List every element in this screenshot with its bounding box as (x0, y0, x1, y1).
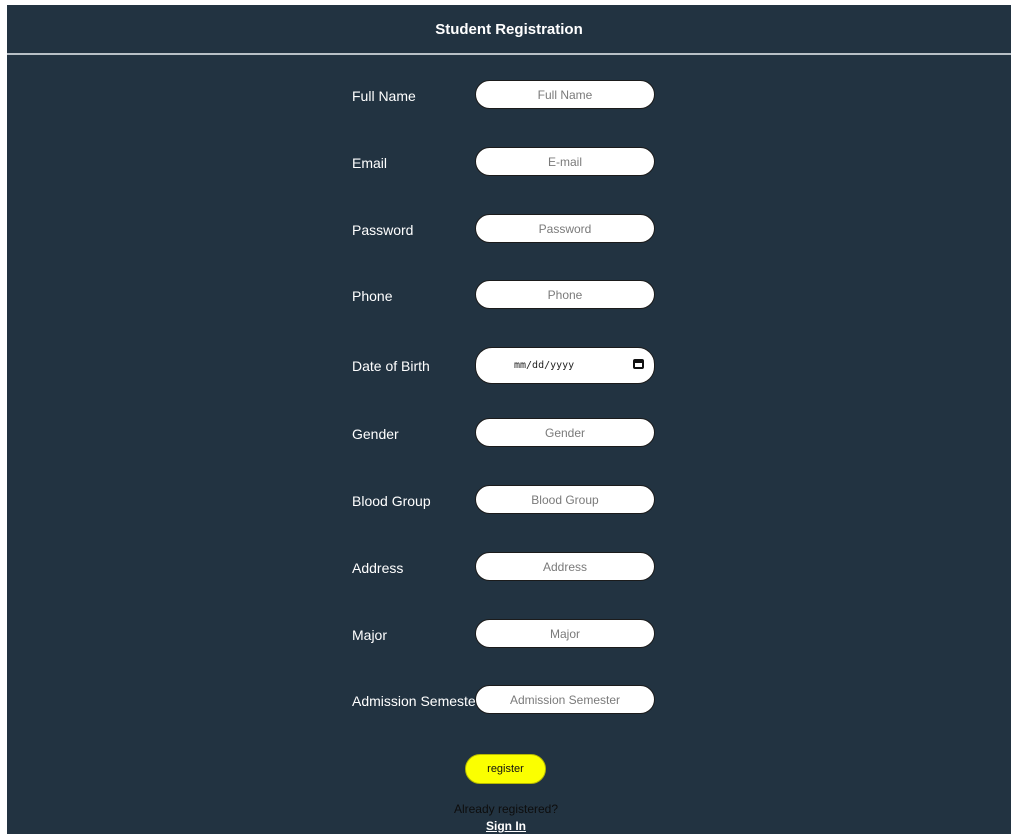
full-name-label: Full Name (352, 88, 416, 104)
register-button[interactable]: register (465, 754, 546, 784)
address-label: Address (352, 560, 404, 576)
dob-row: Date of Birth mm/dd/yyyy (7, 347, 1011, 384)
address-row: Address (7, 552, 1011, 583)
dob-date-input[interactable]: mm/dd/yyyy (475, 347, 655, 384)
blood-group-input[interactable] (475, 485, 655, 514)
phone-row: Phone (7, 280, 1011, 311)
email-label: Email (352, 155, 388, 171)
password-input[interactable] (475, 214, 655, 243)
phone-input[interactable] (475, 280, 655, 309)
admission-semester-row: Admission Semester (7, 685, 1011, 716)
major-label: Major (352, 627, 388, 643)
page-title: Student Registration (435, 21, 583, 38)
password-row: Password (7, 214, 1011, 245)
already-registered-text: Already registered? (453, 802, 559, 816)
full-name-input[interactable] (475, 80, 655, 109)
calendar-icon[interactable] (633, 359, 644, 369)
dob-date-text: mm/dd/yyyy (514, 360, 575, 371)
email-row: Email (7, 147, 1011, 178)
blood-group-row: Blood Group (7, 485, 1011, 516)
blood-group-label: Blood Group (352, 493, 431, 509)
sign-in-link[interactable]: Sign In (486, 819, 526, 833)
password-label: Password (352, 222, 414, 238)
admission-semester-input[interactable] (475, 685, 655, 714)
full-name-row: Full Name (7, 80, 1011, 111)
email-input[interactable] (475, 147, 655, 176)
registration-page: Student Registration Full Name Email Pas… (7, 5, 1011, 834)
dob-label: Date of Birth (352, 358, 430, 374)
admission-semester-label: Admission Semester (352, 693, 481, 709)
major-row: Major (7, 619, 1011, 650)
major-input[interactable] (475, 619, 655, 648)
gender-label: Gender (352, 426, 399, 442)
header-bar: Student Registration (7, 5, 1011, 55)
gender-input[interactable] (475, 418, 655, 447)
gender-row: Gender (7, 418, 1011, 449)
signin-container: Sign In (7, 817, 1005, 835)
phone-label: Phone (352, 288, 393, 304)
address-input[interactable] (475, 552, 655, 581)
